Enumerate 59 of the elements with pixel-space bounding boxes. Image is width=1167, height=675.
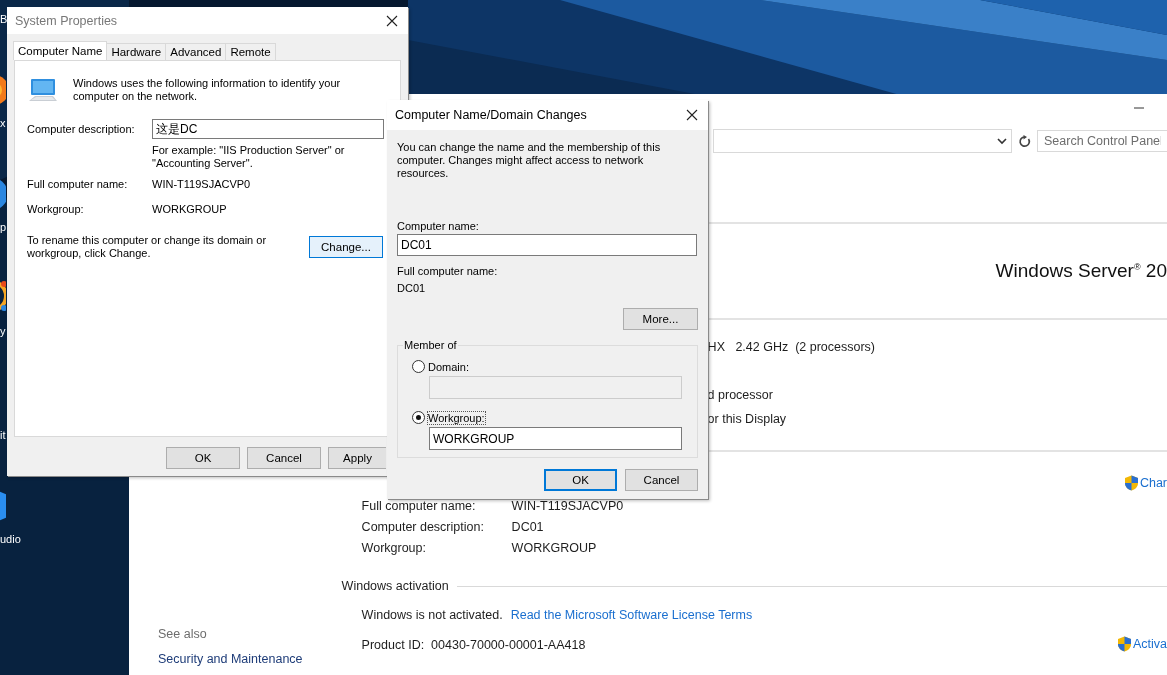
group-label: Member of xyxy=(403,339,458,351)
radio-label[interactable]: Workgroup: xyxy=(428,411,485,424)
field-value: DC01 xyxy=(511,520,544,534)
close-icon[interactable] xyxy=(686,109,698,121)
field-label: Full computer name: xyxy=(397,265,499,277)
field-value: WIN-T119SJACVP0 xyxy=(511,499,624,513)
dialog-button[interactable]: OK xyxy=(544,469,617,491)
field-label: Full computer name: xyxy=(361,499,477,513)
dialog-button[interactable]: Apply xyxy=(328,447,386,469)
intro-text: You can change the name and the membership of this computer. Changes might affect access to network resources. xyxy=(397,141,662,180)
activate-link[interactable]: Activa xyxy=(1132,637,1167,651)
desktop-icon-label[interactable]: x xyxy=(0,117,6,129)
desktop-icon-label[interactable]: y xyxy=(0,325,6,337)
edition-name: Windows Server$^{®}$ 20 xyxy=(995,260,1167,282)
hint-text: For example: "IIS Production Server" or "Accounting Server". xyxy=(152,144,346,170)
see-also-link[interactable]: Security and Maintenance xyxy=(158,652,342,666)
field-value: WORKGROUP xyxy=(511,541,597,555)
field-label: Computer description: xyxy=(27,122,136,136)
dialog-button[interactable]: Cancel xyxy=(625,469,698,491)
change-settings-link[interactable]: Char xyxy=(1139,476,1167,490)
field-value: WORKGROUP xyxy=(152,203,228,216)
activation-status: Windows is not activated. xyxy=(361,608,503,622)
input-field[interactable]: WORKGROUP xyxy=(429,427,682,450)
radio-label[interactable]: Domain: xyxy=(428,360,469,373)
field-value: DC01 xyxy=(397,282,427,294)
field-value: WIN-T119SJACVP0 xyxy=(152,178,252,191)
desktop-icon-label[interactable]: p xyxy=(0,221,7,233)
chevron-down-icon[interactable] xyxy=(997,137,1007,145)
product-id: Product ID: 00430-70000-00001-AA418 xyxy=(361,638,586,652)
change-button[interactable]: Change... xyxy=(309,236,383,258)
field-label: Workgroup: xyxy=(361,541,427,555)
section-heading: See also xyxy=(158,627,208,641)
intro-text: Windows uses the following information to identify your computer on the network. xyxy=(73,77,342,103)
field-label: Full computer name: xyxy=(27,178,129,191)
shield-icon xyxy=(1123,475,1139,491)
radio-button[interactable] xyxy=(412,360,425,373)
field-label: Workgroup: xyxy=(27,203,85,216)
computer-name-field[interactable]: DC01 xyxy=(397,234,697,256)
dialog-button[interactable]: Cancel xyxy=(247,447,321,469)
section-heading: Windows activation xyxy=(341,579,449,593)
close-icon[interactable] xyxy=(386,14,398,27)
rename-text: To rename this computer or change its domain or workgroup, click Change. xyxy=(27,234,268,260)
shield-icon xyxy=(1116,636,1132,652)
desktop-icon-label[interactable]: udio xyxy=(0,533,21,545)
refresh-icon[interactable] xyxy=(1018,134,1031,148)
license-terms-link[interactable]: Read the Microsoft Software License Terms xyxy=(510,608,753,622)
dialog-button[interactable]: OK xyxy=(166,447,240,469)
radio-button[interactable] xyxy=(412,411,425,424)
tab[interactable]: Remote xyxy=(225,43,276,60)
more-button[interactable]: More... xyxy=(623,308,698,330)
system-info-text: HX 2.42 GHz (2 processors) xyxy=(707,339,877,356)
dialog-title: Computer Name/Domain Changes xyxy=(395,108,587,122)
desktop-icon-label[interactable]: B xyxy=(0,13,8,25)
input-field[interactable]: 这是DC xyxy=(152,119,384,139)
tab[interactable]: Computer Name xyxy=(13,41,108,60)
field-label: Computer description: xyxy=(361,520,485,534)
field-label: Computer name: xyxy=(397,220,480,232)
desktop-icon-label[interactable]: it xyxy=(0,429,6,441)
window-title: System Properties xyxy=(15,13,118,28)
